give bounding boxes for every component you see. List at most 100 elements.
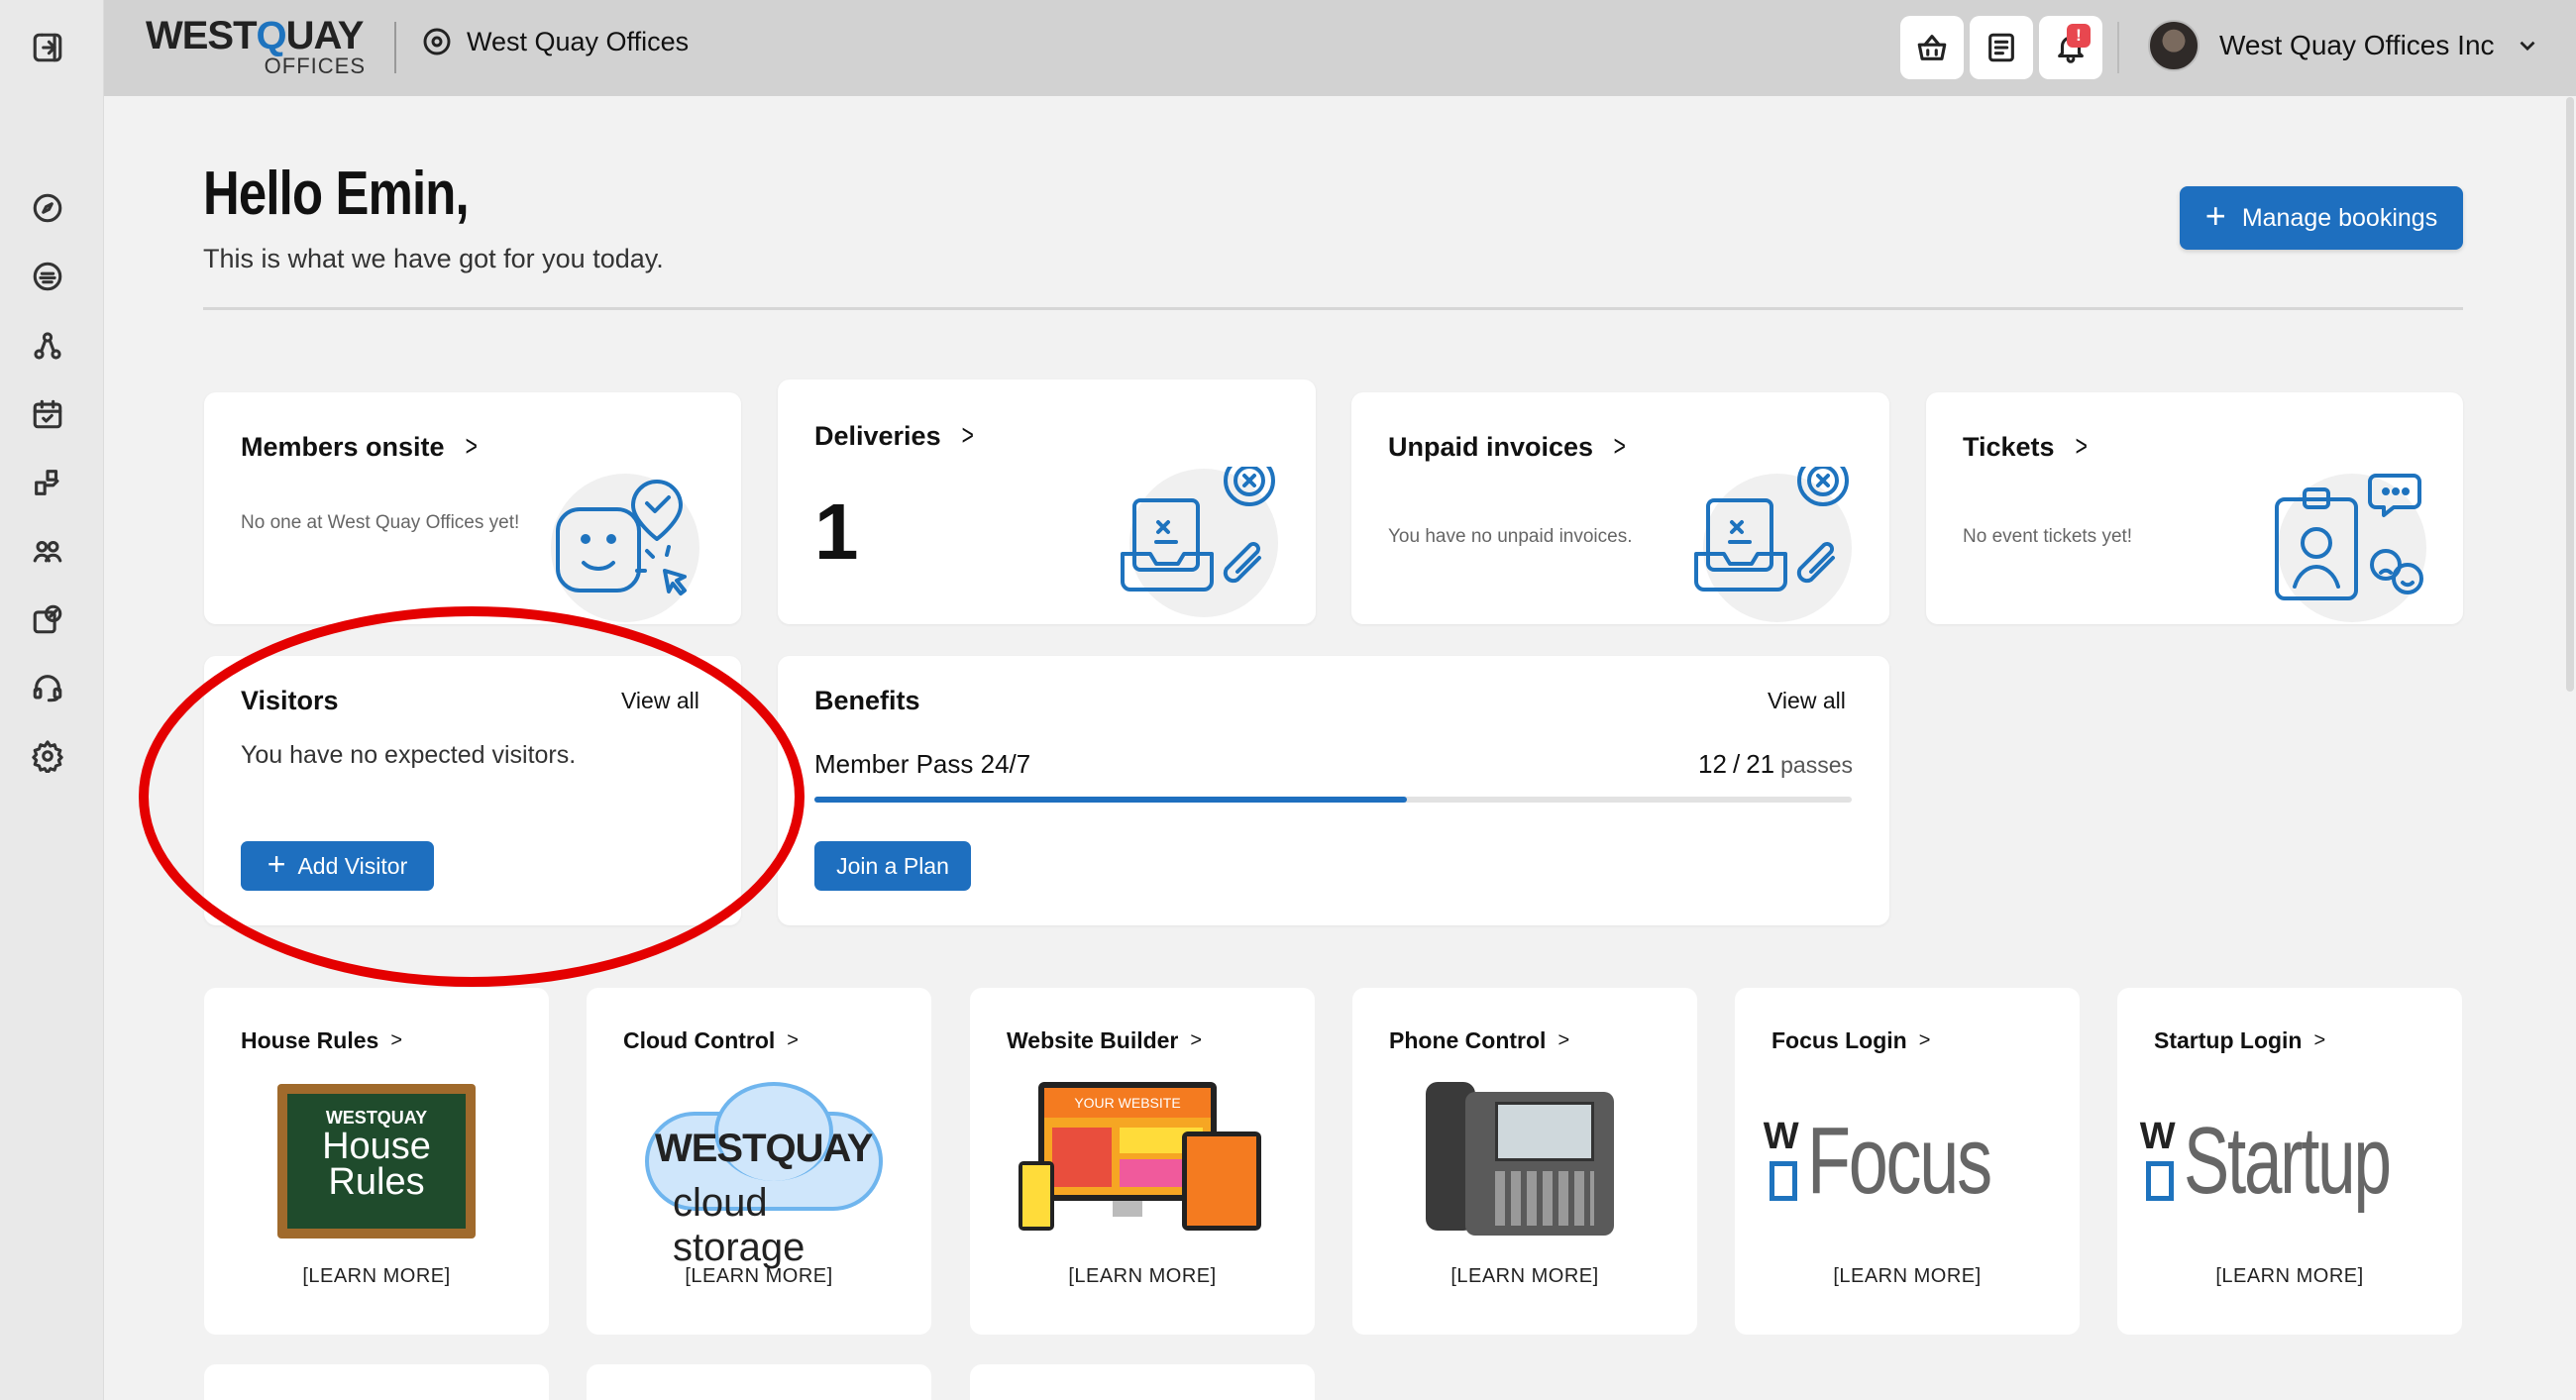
chevron-right-icon: > xyxy=(2313,1029,2326,1051)
visitors-card: Visitors View all You have no expected v… xyxy=(204,656,741,925)
cloud-storage-image: WESTQUAY cloud storage xyxy=(587,1082,931,1269)
bookings-icon[interactable] xyxy=(28,257,67,296)
startup-login-tile[interactable]: Startup Login > W Startup [LEARN MORE] xyxy=(2117,988,2462,1335)
focus-login-label: Focus Login xyxy=(1771,1027,1907,1053)
startup-login-label: Startup Login xyxy=(2154,1027,2303,1053)
deliveries-count: 1 xyxy=(814,487,859,576)
topbar-divider-2 xyxy=(2117,22,2119,73)
house-rules-image-line2: House xyxy=(322,1126,431,1167)
expand-sidebar-icon[interactable] xyxy=(28,28,67,67)
empty-inbox-illustration-icon xyxy=(1688,455,1857,610)
manage-bookings-label: Manage bookings xyxy=(2241,203,2438,232)
members-onsite-card: Members onsite > No one at West Quay Offi… xyxy=(204,392,741,624)
focus-login-tile[interactable]: Focus Login > W Focus [LEARN MORE] xyxy=(1735,988,2080,1335)
chevron-right-icon: > xyxy=(2075,430,2088,463)
tickets-label: Tickets xyxy=(1963,431,2055,462)
documents-button[interactable] xyxy=(1970,16,2033,79)
chevron-right-icon: > xyxy=(1613,430,1626,463)
tickets-title[interactable]: Tickets > xyxy=(1963,430,2090,464)
members-onsite-title[interactable]: Members onsite > xyxy=(241,430,480,464)
unpaid-invoices-label: Unpaid invoices xyxy=(1388,431,1594,462)
focus-login-title: Focus Login > xyxy=(1771,1027,1930,1054)
cloud-control-title: Cloud Control > xyxy=(623,1027,799,1054)
phone-control-title: Phone Control > xyxy=(1389,1027,1569,1054)
members-onsite-note: No one at West Quay Offices yet! xyxy=(241,512,520,533)
passes-separator: / xyxy=(1732,749,1741,779)
basket-button[interactable] xyxy=(1900,16,1964,79)
cloud-control-tile[interactable]: Cloud Control > WESTQUAY cloud storage [L… xyxy=(587,988,931,1335)
location-selector[interactable]: West Quay Offices xyxy=(421,26,689,57)
website-image-caption: YOUR WEBSITE xyxy=(1044,1088,1211,1118)
join-plan-label: Join a Plan xyxy=(836,852,949,879)
page-title: Hello Emin, xyxy=(203,160,470,228)
members-icon[interactable] xyxy=(28,531,67,571)
learn-more-link[interactable]: [LEARN MORE] xyxy=(204,1265,549,1288)
cloud-image-brand: WESTQUAY xyxy=(655,1127,873,1170)
learn-more-link[interactable]: [LEARN MORE] xyxy=(970,1265,1315,1288)
location-name: West Quay Offices xyxy=(467,26,690,56)
chevron-right-icon: > xyxy=(1190,1029,1203,1051)
members-onsite-label: Members onsite xyxy=(241,431,445,462)
notifications-button[interactable]: ! xyxy=(2039,16,2102,79)
startup-logo-image: W Startup xyxy=(2139,1108,2392,1214)
header-divider xyxy=(203,307,2463,310)
chevron-right-icon: > xyxy=(1918,1029,1931,1051)
page-subtitle: This is what we have got for you today. xyxy=(203,244,664,273)
add-visitor-button[interactable]: + Add Visitor xyxy=(241,841,434,891)
website-builder-label: Website Builder xyxy=(1007,1027,1179,1053)
payments-icon[interactable] xyxy=(28,463,67,502)
visitors-note: You have no expected visitors. xyxy=(241,741,577,769)
visitors-view-all-link[interactable]: View all xyxy=(621,688,699,714)
benefits-view-all-link[interactable]: View all xyxy=(1768,688,1846,714)
website-builder-image: YOUR WEBSITE xyxy=(970,1082,1315,1240)
dashboard-icon[interactable] xyxy=(28,188,67,228)
next-row-tile[interactable] xyxy=(587,1364,931,1400)
top-bar: WESTQUAY OFFICES West Quay Offices ! Wes… xyxy=(104,0,2576,96)
deliveries-label: Deliveries xyxy=(814,420,941,451)
learn-more-link[interactable]: [LEARN MORE] xyxy=(587,1265,931,1288)
join-plan-button[interactable]: Join a Plan xyxy=(814,841,971,891)
network-icon[interactable] xyxy=(28,326,67,366)
tickets-card: Tickets > No event tickets yet! xyxy=(1926,392,2463,624)
add-visitor-label: Add Visitor xyxy=(297,852,408,879)
phone-control-label: Phone Control xyxy=(1389,1027,1547,1053)
learn-more-link[interactable]: [LEARN MORE] xyxy=(1352,1265,1697,1288)
unpaid-invoices-title[interactable]: Unpaid invoices > xyxy=(1388,430,1629,464)
deliveries-title[interactable]: Deliveries > xyxy=(814,419,976,453)
learn-more-link[interactable]: [LEARN MORE] xyxy=(2117,1265,2462,1288)
house-rules-tile[interactable]: House Rules > WESTQUAY House Rules [LEARN… xyxy=(204,988,549,1335)
smiley-check-illustration-icon xyxy=(546,472,714,615)
passes-total: 21 xyxy=(1746,749,1775,779)
focus-logo-image: W Focus xyxy=(1763,1108,1992,1214)
calendar-icon[interactable] xyxy=(28,394,67,434)
passes-unit: passes xyxy=(1780,752,1853,778)
visitors-title: Visitors xyxy=(241,686,339,715)
badge-chat-illustration-icon xyxy=(2263,470,2431,613)
house-rules-image-brand: WESTQUAY xyxy=(325,1108,428,1128)
next-row-tile[interactable] xyxy=(970,1364,1315,1400)
website-builder-tile[interactable]: Website Builder > YOUR WEBSITE [LEARN MOR… xyxy=(970,988,1315,1335)
chevron-right-icon: > xyxy=(390,1029,403,1051)
house-rules-label: House Rules xyxy=(241,1027,379,1053)
basket-icon xyxy=(1917,35,1947,60)
benefits-icon[interactable] xyxy=(28,599,67,639)
left-rail xyxy=(0,0,104,1400)
account-menu[interactable]: West Quay Offices Inc xyxy=(2148,20,2540,71)
support-icon[interactable] xyxy=(28,668,67,707)
settings-icon[interactable] xyxy=(28,736,67,776)
unpaid-invoices-note: You have no unpaid invoices. xyxy=(1388,526,1633,547)
manage-bookings-button[interactable]: + Manage bookings xyxy=(2180,186,2463,250)
scrollbar-thumb[interactable] xyxy=(2566,97,2574,692)
next-row-tile[interactable] xyxy=(204,1364,549,1400)
cloud-image-caption: cloud storage xyxy=(673,1181,805,1269)
chevron-right-icon: > xyxy=(787,1029,799,1051)
plus-icon: + xyxy=(267,845,286,882)
cloud-control-label: Cloud Control xyxy=(623,1027,776,1053)
deliveries-card: Deliveries > 1 xyxy=(778,379,1316,624)
passes-count: 12 / 21 passes xyxy=(1698,749,1853,780)
phone-control-tile[interactable]: Phone Control > [LEARN MORE] xyxy=(1352,988,1697,1335)
chevron-right-icon: > xyxy=(1557,1029,1570,1051)
learn-more-link[interactable]: [LEARN MORE] xyxy=(1735,1265,2080,1288)
west-quay-logo[interactable]: WESTQUAY OFFICES xyxy=(146,14,374,81)
focus-wordmark: Focus xyxy=(1806,1108,1992,1214)
